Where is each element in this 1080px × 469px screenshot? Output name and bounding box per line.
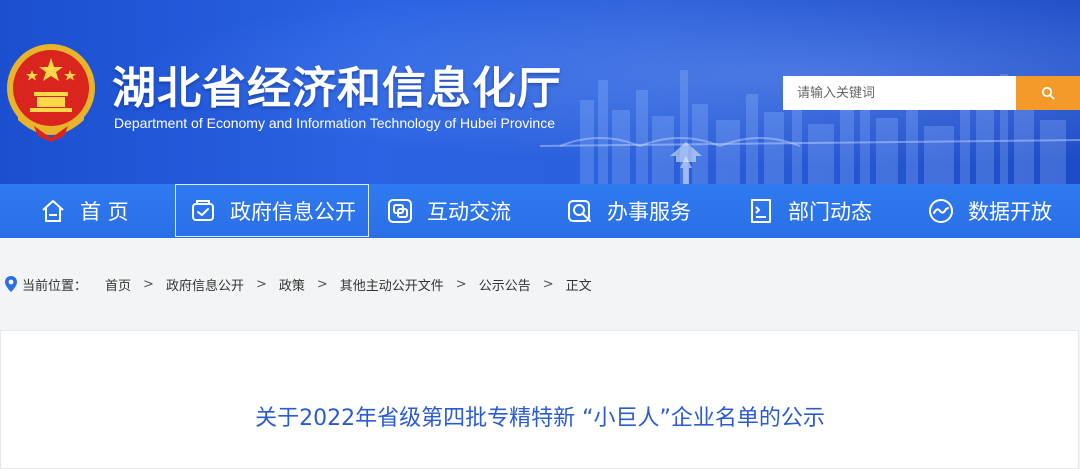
search-button[interactable]: [1016, 76, 1080, 110]
site-header: 湖北省经济和信息化厅 Department of Economy and Inf…: [0, 0, 1080, 184]
breadcrumb-announcements[interactable]: 公示公告: [479, 275, 531, 294]
breadcrumb-gov-info[interactable]: 政府信息公开: [166, 275, 244, 294]
news-icon: [751, 199, 771, 223]
nav-label-open-data: 数据开放: [968, 200, 1052, 224]
national-emblem-icon: [7, 44, 95, 142]
nav-item-gov-info[interactable]: 政府信息公开: [175, 184, 369, 237]
breadcrumb-other-files[interactable]: 其他主动公开文件: [340, 275, 444, 294]
breadcrumb-policy[interactable]: 政策: [279, 275, 305, 294]
main-nav: 首 页 政府信息公开 互动交流 办事服务 部门动态 数据开放: [0, 184, 1080, 238]
nav-item-interaction[interactable]: 互动交流: [385, 184, 511, 238]
breadcrumb-current: 正文: [565, 278, 592, 294]
breadcrumb-label: 当前位置：: [22, 278, 88, 294]
breadcrumb-separator: >: [143, 276, 154, 292]
nav-item-services[interactable]: 办事服务: [565, 184, 691, 238]
breadcrumb-separator: >: [455, 276, 467, 292]
breadcrumb: 当前位置： 首页 > 政府信息公开 > 政策 > 其他主动公开文件 > 公示公告…: [0, 272, 592, 296]
service-search-icon: [568, 200, 591, 222]
nav-label-services: 办事服务: [607, 200, 691, 224]
nav-label-news: 部门动态: [788, 200, 872, 224]
breadcrumb-separator: >: [316, 276, 328, 292]
site-title: 湖北省经济和信息化厅: [112, 63, 562, 114]
document-check-icon: [192, 199, 214, 221]
data-wave-icon: [929, 199, 953, 223]
location-pin-icon: [5, 276, 17, 292]
search-input[interactable]: [783, 76, 1016, 110]
search-icon: [1041, 86, 1055, 100]
nav-item-home[interactable]: 首 页: [38, 184, 129, 238]
breadcrumb-home[interactable]: 首页: [105, 275, 131, 294]
nav-label-home: 首 页: [80, 200, 129, 224]
site-subtitle: Department of Economy and Information Te…: [114, 115, 555, 131]
home-icon: [42, 200, 64, 222]
breadcrumb-separator: >: [542, 276, 554, 292]
nav-item-news[interactable]: 部门动态: [746, 184, 872, 238]
nav-label-gov-info: 政府信息公开: [230, 199, 356, 224]
breadcrumb-separator: >: [255, 276, 267, 292]
article-title: 关于2022年省级第四批专精特新 “小巨人”企业名单的公示: [255, 406, 825, 431]
nav-label-interaction: 互动交流: [427, 200, 511, 224]
chat-icon: [388, 199, 412, 223]
nav-item-open-data[interactable]: 数据开放: [926, 184, 1052, 238]
